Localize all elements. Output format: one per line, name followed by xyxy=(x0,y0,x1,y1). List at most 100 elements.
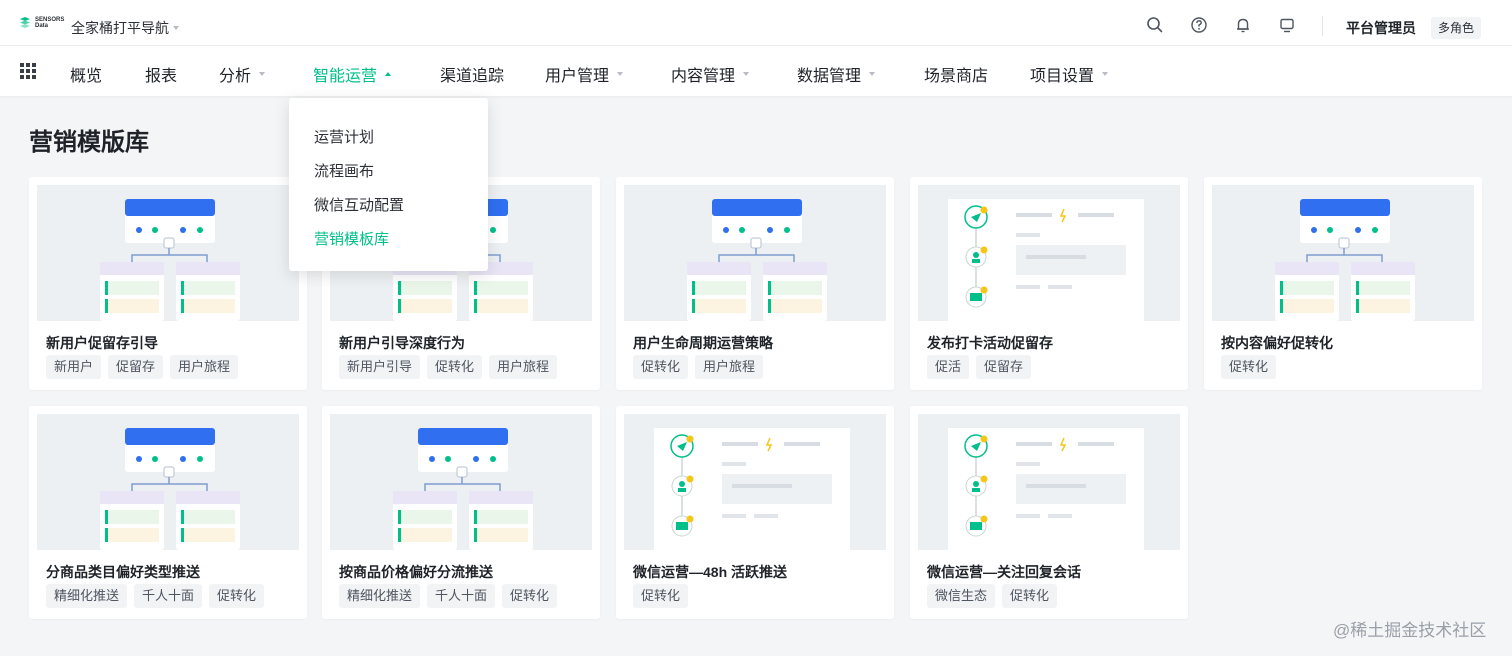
template-card-title: 分商品类目偏好类型推送 xyxy=(46,564,200,580)
nav-item-smart-operations[interactable]: 智能运营 xyxy=(313,62,392,86)
template-card-title: 用户生命周期运营策略 xyxy=(633,335,773,351)
template-card-title: 按内容偏好促转化 xyxy=(1221,335,1333,351)
template-tag: 新用户引导 xyxy=(339,355,421,379)
template-tag-list: 促转化 用户旅程 xyxy=(633,355,764,379)
menu-item-operation-plan[interactable]: 运营计划 xyxy=(314,126,374,147)
template-card[interactable]: 用户生命周期运营策略促转化 用户旅程 xyxy=(616,177,894,390)
template-tag: 用户旅程 xyxy=(489,355,558,379)
template-card[interactable]: 发布打卡活动促留存促活 促留存 xyxy=(910,177,1188,390)
bell-icon[interactable] xyxy=(1233,15,1253,35)
flow-diagram-illustration xyxy=(687,199,827,321)
wechat-flow-illustration xyxy=(948,199,1144,321)
template-tag: 促转化 xyxy=(427,355,483,379)
nav-item-reports[interactable]: 报表 xyxy=(145,62,177,86)
template-tag-list: 精细化推送 千人十面 促转化 xyxy=(339,584,558,608)
template-card-title: 新用户促留存引导 xyxy=(46,335,158,351)
nav-item-label: 分析 xyxy=(219,68,252,85)
nav-item-overview[interactable]: 概览 xyxy=(70,62,102,86)
nav-item-label: 智能运营 xyxy=(313,68,378,85)
app-grid-icon[interactable] xyxy=(20,63,36,79)
template-tag-list: 精细化推送 千人十面 促转化 xyxy=(46,584,265,608)
user-name[interactable]: 平台管理员 xyxy=(1346,18,1416,38)
template-card[interactable]: 按商品价格偏好分流推送精细化推送 千人十面 促转化 xyxy=(322,406,600,619)
nav-item-data-management[interactable]: 数据管理 xyxy=(797,62,876,86)
template-tag: 促留存 xyxy=(976,355,1032,379)
template-card[interactable]: 分商品类目偏好类型推送精细化推送 千人十面 促转化 xyxy=(29,406,307,619)
template-tag-list: 促转化 xyxy=(633,584,689,608)
template-card-title: 微信运营—48h 活跃推送 xyxy=(633,564,788,580)
page-title: 营销模版库 xyxy=(29,129,149,156)
nav-item-content-management[interactable]: 内容管理 xyxy=(671,62,750,86)
nav-item-label: 内容管理 xyxy=(671,68,736,85)
search-icon[interactable] xyxy=(1145,15,1165,35)
template-tag: 促转化 xyxy=(502,584,558,608)
workspace-label: 全家桶打平导航 xyxy=(71,20,169,36)
template-tag: 用户旅程 xyxy=(170,355,239,379)
monitor-icon[interactable] xyxy=(1277,15,1297,35)
top-bar: SENSORS Data 全家桶打平导航 平台管理员 多角色 xyxy=(0,0,1512,46)
nav-item-label: 报表 xyxy=(145,68,178,85)
template-thumbnail xyxy=(1212,185,1474,321)
logo-mark-icon xyxy=(20,17,30,28)
template-thumbnail xyxy=(918,185,1180,321)
sensors-data-logo[interactable]: SENSORS Data xyxy=(18,16,64,30)
template-tag: 促转化 xyxy=(1002,584,1058,608)
help-icon[interactable] xyxy=(1189,15,1209,35)
template-tag: 促转化 xyxy=(633,584,689,608)
nav-item-analysis[interactable]: 分析 xyxy=(219,62,266,86)
template-tag: 精细化推送 xyxy=(339,584,421,608)
template-tag: 精细化推送 xyxy=(46,584,128,608)
template-tag-list: 新用户引导 促转化 用户旅程 xyxy=(339,355,558,379)
nav-item-label: 场景商店 xyxy=(924,68,989,85)
role-badge[interactable]: 多角色 xyxy=(1431,17,1482,39)
template-card-title: 按商品价格偏好分流推送 xyxy=(339,564,493,580)
nav-item-label: 项目设置 xyxy=(1030,68,1095,85)
toolbar-divider xyxy=(1322,16,1323,36)
template-tag-list: 新用户 促留存 用户旅程 xyxy=(46,355,239,379)
nav-item-channel-tracking[interactable]: 渠道追踪 xyxy=(440,62,504,86)
menu-item-wechat-config[interactable]: 微信互动配置 xyxy=(314,194,404,215)
flow-diagram-illustration xyxy=(1275,199,1415,321)
nav-item-label: 数据管理 xyxy=(797,68,862,85)
template-card[interactable]: 微信运营—关注回复会话微信生态 促转化 xyxy=(910,406,1188,619)
template-tag: 促活 xyxy=(927,355,970,379)
template-tag: 千人十面 xyxy=(427,584,496,608)
template-tag: 千人十面 xyxy=(134,584,203,608)
chevron-down-icon xyxy=(869,72,876,76)
nav-item-scene-store[interactable]: 场景商店 xyxy=(924,62,988,86)
template-tag: 用户旅程 xyxy=(695,355,764,379)
template-card-title: 发布打卡活动促留存 xyxy=(927,335,1053,351)
workspace-selector[interactable]: 全家桶打平导航 xyxy=(71,18,179,38)
template-thumbnail xyxy=(624,414,886,550)
smart-operations-dropdown: 运营计划 流程画布 微信互动配置 营销模板库 xyxy=(289,98,488,271)
chevron-down-icon xyxy=(173,26,179,30)
template-thumbnail xyxy=(37,185,299,321)
flow-diagram-illustration xyxy=(100,428,240,550)
nav-item-user-management[interactable]: 用户管理 xyxy=(545,62,624,86)
main-nav: 概览 报表 分析 智能运营 渠道追踪 用户管理 内容管理 数据管理 场景商店 项… xyxy=(0,46,1512,96)
template-tag-list: 微信生态 促转化 xyxy=(927,584,1058,608)
template-tag: 促转化 xyxy=(209,584,265,608)
chevron-down-icon xyxy=(743,72,750,76)
template-thumbnail xyxy=(918,414,1180,550)
template-card-title: 微信运营—关注回复会话 xyxy=(927,564,1081,580)
chevron-up-icon xyxy=(385,72,392,76)
template-tag: 促留存 xyxy=(108,355,164,379)
template-thumbnail xyxy=(330,414,592,550)
flow-diagram-illustration xyxy=(393,428,533,550)
flow-diagram-illustration xyxy=(100,199,240,321)
template-thumbnail xyxy=(624,185,886,321)
template-card[interactable]: 新用户促留存引导新用户 促留存 用户旅程 xyxy=(29,177,307,390)
template-card[interactable]: 按内容偏好促转化促转化 xyxy=(1204,177,1482,390)
template-tag: 新用户 xyxy=(46,355,102,379)
template-tag: 微信生态 xyxy=(927,584,996,608)
template-tag: 促转化 xyxy=(1221,355,1277,379)
menu-item-marketing-templates[interactable]: 营销模板库 xyxy=(314,228,389,249)
template-thumbnail xyxy=(37,414,299,550)
watermark: @稀土掘金技术社区 xyxy=(1333,621,1487,640)
menu-item-flow-canvas[interactable]: 流程画布 xyxy=(314,160,374,181)
template-tag: 促转化 xyxy=(633,355,689,379)
template-card[interactable]: 微信运营—48h 活跃推送促转化 xyxy=(616,406,894,619)
wechat-flow-illustration xyxy=(948,428,1144,550)
nav-item-project-settings[interactable]: 项目设置 xyxy=(1030,62,1109,86)
